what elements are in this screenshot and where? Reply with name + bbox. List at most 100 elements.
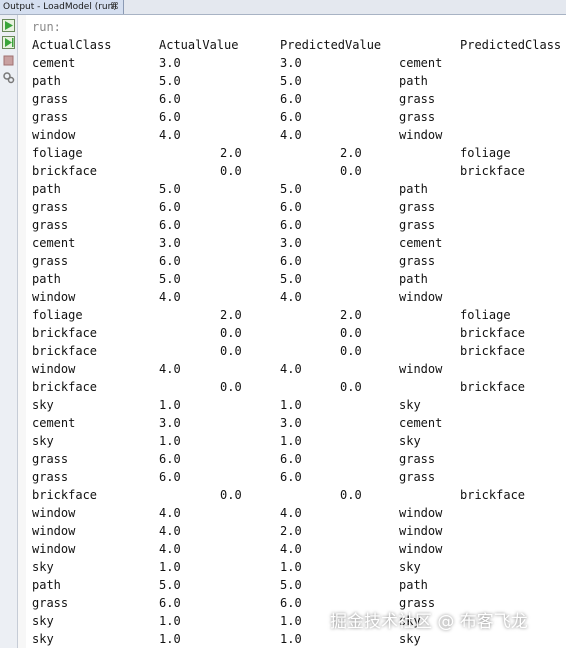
predicted-value-cell: 4.0: [280, 290, 302, 304]
actual-value-cell: 3.0: [159, 56, 181, 70]
predicted-value-cell: 0.0: [340, 326, 362, 340]
actual-class-cell: window: [32, 542, 76, 556]
predicted-value-cell: 6.0: [280, 596, 302, 610]
rerun-icon[interactable]: [2, 34, 15, 49]
predicted-value-cell: 5.0: [280, 74, 302, 88]
settings-icon[interactable]: [2, 69, 15, 84]
predicted-value-cell: 1.0: [280, 632, 302, 646]
predicted-value-cell: 1.0: [280, 434, 302, 448]
run-label: run:: [32, 20, 61, 34]
actual-value-cell: 4.0: [159, 542, 181, 556]
output-gutter: [18, 15, 26, 648]
actual-value-cell: 3.0: [159, 236, 181, 250]
predicted-class-cell: grass: [399, 218, 436, 232]
tab-output-loadmodel[interactable]: Output - LoadModel (run) ⌘: [0, 0, 124, 14]
actual-class-cell: cement: [32, 416, 76, 430]
predicted-value-cell: 6.0: [280, 200, 302, 214]
predicted-value-cell: 1.0: [280, 614, 302, 628]
actual-value-cell: 1.0: [159, 560, 181, 574]
watermark: 掘金技术社区 @ 布客飞龙: [330, 612, 528, 632]
predicted-value-cell: 5.0: [280, 578, 302, 592]
predicted-class-cell: window: [399, 290, 443, 304]
actual-class-cell: brickface: [32, 488, 98, 502]
predicted-class-cell: cement: [399, 236, 443, 250]
predicted-class-cell: brickface: [460, 380, 526, 394]
predicted-value-cell: 1.0: [280, 560, 302, 574]
predicted-class-cell: foliage: [460, 146, 511, 160]
predicted-value-cell: 0.0: [340, 344, 362, 358]
actual-value-cell: 1.0: [159, 434, 181, 448]
output-console[interactable]: run: ActualClass ActualValue PredictedVa…: [26, 15, 566, 648]
actual-value-cell: 2.0: [220, 308, 242, 322]
predicted-class-cell: sky: [399, 434, 421, 448]
predicted-class-cell: grass: [399, 200, 436, 214]
actual-value-cell: 0.0: [220, 326, 242, 340]
actual-class-cell: sky: [32, 398, 54, 412]
actual-value-cell: 1.0: [159, 398, 181, 412]
predicted-value-cell: 6.0: [280, 254, 302, 268]
actual-value-cell: 0.0: [220, 380, 242, 394]
actual-class-cell: grass: [32, 596, 69, 610]
close-icon[interactable]: ⌘: [110, 0, 119, 14]
actual-value-cell: 6.0: [159, 470, 181, 484]
predicted-class-cell: brickface: [460, 344, 526, 358]
predicted-class-cell: sky: [399, 560, 421, 574]
predicted-class-cell: window: [399, 524, 443, 538]
header-predicted-class: PredictedClass: [460, 38, 562, 52]
header-actual-class: ActualClass: [32, 38, 112, 52]
actual-class-cell: grass: [32, 470, 69, 484]
predicted-class-cell: path: [399, 272, 428, 286]
output-toolbar: [0, 15, 18, 648]
predicted-value-cell: 6.0: [280, 92, 302, 106]
actual-value-cell: 5.0: [159, 272, 181, 286]
stop-icon[interactable]: [2, 52, 15, 66]
actual-class-cell: sky: [32, 560, 54, 574]
actual-value-cell: 3.0: [159, 416, 181, 430]
actual-class-cell: sky: [32, 632, 54, 646]
actual-class-cell: grass: [32, 200, 69, 214]
predicted-class-cell: window: [399, 362, 443, 376]
actual-class-cell: grass: [32, 218, 69, 232]
actual-value-cell: 6.0: [159, 110, 181, 124]
predicted-value-cell: 6.0: [280, 470, 302, 484]
predicted-class-cell: brickface: [460, 488, 526, 502]
predicted-value-cell: 6.0: [280, 452, 302, 466]
actual-value-cell: 6.0: [159, 218, 181, 232]
actual-value-cell: 0.0: [220, 344, 242, 358]
actual-value-cell: 6.0: [159, 92, 181, 106]
actual-value-cell: 4.0: [159, 524, 181, 538]
predicted-class-cell: foliage: [460, 308, 511, 322]
actual-class-cell: brickface: [32, 326, 98, 340]
actual-class-cell: grass: [32, 92, 69, 106]
predicted-class-cell: window: [399, 128, 443, 142]
header-row: ActualClass ActualValue PredictedValue P…: [26, 36, 561, 54]
actual-value-cell: 6.0: [159, 452, 181, 466]
header-predicted-value: PredictedValue: [280, 38, 382, 52]
actual-value-cell: 5.0: [159, 182, 181, 196]
predicted-value-cell: 0.0: [340, 380, 362, 394]
predicted-class-cell: cement: [399, 56, 443, 70]
predicted-class-cell: grass: [399, 110, 436, 124]
predicted-class-cell: brickface: [460, 326, 526, 340]
predicted-value-cell: 0.0: [340, 488, 362, 502]
actual-class-cell: foliage: [32, 146, 83, 160]
predicted-value-cell: 2.0: [280, 524, 302, 538]
predicted-class-cell: cement: [399, 416, 443, 430]
actual-class-cell: window: [32, 290, 76, 304]
actual-value-cell: 1.0: [159, 614, 181, 628]
predicted-value-cell: 4.0: [280, 128, 302, 142]
predicted-value-cell: 1.0: [280, 398, 302, 412]
actual-class-cell: path: [32, 272, 61, 286]
actual-value-cell: 6.0: [159, 596, 181, 610]
predicted-class-cell: grass: [399, 254, 436, 268]
actual-class-cell: brickface: [32, 380, 98, 394]
actual-class-cell: cement: [32, 56, 76, 70]
predicted-value-cell: 5.0: [280, 272, 302, 286]
actual-value-cell: 4.0: [159, 128, 181, 142]
actual-value-cell: 4.0: [159, 290, 181, 304]
predicted-value-cell: 0.0: [340, 164, 362, 178]
actual-class-cell: path: [32, 182, 61, 196]
actual-value-cell: 6.0: [159, 200, 181, 214]
predicted-class-cell: path: [399, 74, 428, 88]
run-icon[interactable]: [2, 17, 15, 32]
